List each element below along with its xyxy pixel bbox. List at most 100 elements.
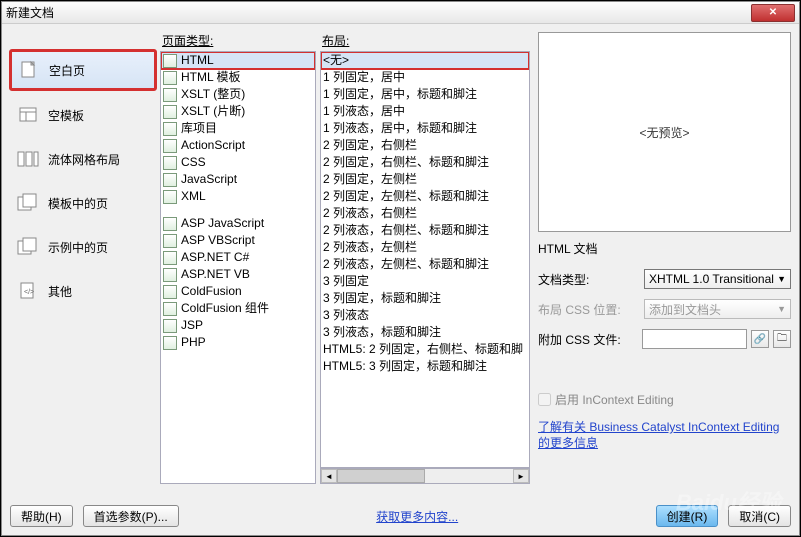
layout-item[interactable]: 1 列液态，居中，标题和脚注 [321, 120, 529, 137]
nav-page-from-sample[interactable]: 示例中的页 [10, 228, 156, 266]
nav-label: 空模板 [48, 107, 84, 124]
list-item-label: 2 列固定，右侧栏、标题和脚注 [323, 155, 489, 170]
layout-item[interactable]: 3 列固定 [321, 273, 529, 290]
list-item-label: 1 列固定，居中，标题和脚注 [323, 87, 477, 102]
list-item-label: 3 列固定 [323, 274, 369, 289]
preview-caption: HTML 文档 [538, 238, 791, 259]
new-document-dialog: 新建文档 ✕ 空白页 空模板 流体网格布局 模板中的页 示例中 [1, 1, 800, 536]
page-type-item[interactable]: PHP [161, 334, 315, 351]
layout-item[interactable]: 3 列液态 [321, 307, 529, 324]
list-item-label: ASP.NET C# [181, 250, 249, 265]
file-icon [163, 173, 177, 187]
layout-item[interactable]: 2 列固定，右侧栏、标题和脚注 [321, 154, 529, 171]
layout-css-label: 布局 CSS 位置: [538, 301, 638, 318]
nav-blank-page[interactable]: 空白页 [10, 50, 156, 90]
close-button[interactable]: ✕ [751, 4, 795, 22]
list-item-label: <无> [323, 53, 349, 68]
other-icon: </> [16, 280, 40, 302]
page-type-item[interactable]: XSLT (整页) [161, 86, 315, 103]
link-icon: 🔗 [754, 334, 766, 345]
page-type-item[interactable]: XSLT (片断) [161, 103, 315, 120]
list-item-label: ColdFusion [181, 284, 242, 299]
file-icon [163, 234, 177, 248]
page-type-item[interactable]: HTML 模板 [161, 69, 315, 86]
nav-fluid-grid[interactable]: 流体网格布局 [10, 140, 156, 178]
browse-css-button[interactable]: 🗀 [773, 330, 791, 348]
scroll-left-arrow[interactable]: ◄ [321, 469, 337, 483]
file-icon [163, 156, 177, 170]
page-type-item[interactable]: JavaScript [161, 171, 315, 188]
layout-item[interactable]: 2 列固定，左侧栏、标题和脚注 [321, 188, 529, 205]
layout-item[interactable]: 1 列固定，居中，标题和脚注 [321, 86, 529, 103]
page-type-item[interactable]: ASP JavaScript [161, 215, 315, 232]
incontext-row: 启用 InContext Editing [538, 391, 791, 408]
layout-item[interactable]: <无> [321, 52, 529, 69]
page-type-list[interactable]: HTMLHTML 模板XSLT (整页)XSLT (片断)库项目ActionSc… [160, 51, 316, 484]
list-item-label: JavaScript [181, 172, 237, 187]
chevron-down-icon: ▼ [777, 304, 786, 314]
scroll-right-arrow[interactable]: ► [513, 469, 529, 483]
attach-css-input[interactable] [642, 329, 747, 349]
no-preview-text: <无预览> [639, 124, 689, 141]
layout-item[interactable]: HTML5: 3 列固定，标题和脚注 [321, 358, 529, 375]
dialog-title: 新建文档 [6, 4, 751, 21]
close-icon: ✕ [769, 7, 777, 18]
layout-item[interactable]: 2 列液态，右侧栏 [321, 205, 529, 222]
file-icon [163, 268, 177, 282]
layout-hscrollbar[interactable]: ◄ ► [320, 468, 530, 484]
page-type-item[interactable]: JSP [161, 317, 315, 334]
nav-other[interactable]: </> 其他 [10, 272, 156, 310]
layout-item[interactable]: 2 列固定，左侧栏 [321, 171, 529, 188]
layout-item[interactable]: HTML5: 2 列固定，右侧栏、标题和脚 [321, 341, 529, 358]
page-type-item[interactable]: ActionScript [161, 137, 315, 154]
page-type-item[interactable]: XML [161, 188, 315, 205]
list-item-label: 2 列固定，左侧栏 [323, 172, 417, 187]
file-icon [163, 190, 177, 204]
get-more-link[interactable]: 获取更多内容... [376, 508, 458, 525]
link-css-button[interactable]: 🔗 [751, 330, 769, 348]
file-icon [163, 71, 177, 85]
doctype-row: 文档类型: XHTML 1.0 Transitional ▼ [538, 269, 791, 289]
list-item-label: 1 列液态，居中，标题和脚注 [323, 121, 477, 136]
page-type-item[interactable]: ColdFusion 组件 [161, 300, 315, 317]
page-type-item[interactable]: ColdFusion [161, 283, 315, 300]
layout-list[interactable]: <无> 1 列固定，居中 1 列固定，居中，标题和脚注1 列液态，居中1 列液态，居… [320, 51, 530, 468]
attach-css-row: 附加 CSS 文件: 🔗 🗀 [538, 329, 791, 349]
help-button[interactable]: 帮助(H) [10, 505, 73, 527]
layout-item[interactable]: 1 列固定，居中 [321, 69, 529, 86]
nav-label: 示例中的页 [48, 239, 108, 256]
page-type-item[interactable]: CSS [161, 154, 315, 171]
list-item-label: ASP.NET VB [181, 267, 250, 282]
list-item-label: XML [181, 189, 206, 204]
preferences-button[interactable]: 首选参数(P)... [83, 505, 179, 527]
layout-item[interactable]: 1 列液态，居中 [321, 103, 529, 120]
chevron-down-icon: ▼ [777, 274, 786, 284]
nav-label: 模板中的页 [48, 195, 108, 212]
cancel-button[interactable]: 取消(C) [728, 505, 791, 527]
page-type-item[interactable]: HTML [161, 52, 315, 69]
file-icon [163, 139, 177, 153]
list-item-label: 1 列固定，居中 [323, 70, 405, 85]
page-type-item[interactable]: ASP VBScript [161, 232, 315, 249]
page-icon [17, 59, 41, 81]
layout-item[interactable]: 2 列液态，左侧栏、标题和脚注 [321, 256, 529, 273]
file-icon [163, 302, 177, 316]
layout-item[interactable]: 2 列液态，右侧栏、标题和脚注 [321, 222, 529, 239]
doctype-dropdown[interactable]: XHTML 1.0 Transitional ▼ [644, 269, 791, 289]
layout-item[interactable]: 2 列固定，右侧栏 [321, 137, 529, 154]
page-type-item[interactable]: 库项目 [161, 120, 315, 137]
nav-blank-template[interactable]: 空模板 [10, 96, 156, 134]
layout-item[interactable]: 2 列液态，左侧栏 [321, 239, 529, 256]
layout-css-value: 添加到文档头 [649, 301, 721, 318]
nav-page-from-template[interactable]: 模板中的页 [10, 184, 156, 222]
page-type-item[interactable]: ASP.NET VB [161, 266, 315, 283]
scroll-track[interactable] [337, 469, 513, 483]
page-type-item[interactable]: ASP.NET C# [161, 249, 315, 266]
incontext-learn-more-link[interactable]: 了解有关 Business Catalyst InContext Editing… [538, 420, 791, 451]
dialog-content: 空白页 空模板 流体网格布局 模板中的页 示例中的页 </> 其他 [2, 24, 799, 492]
create-button[interactable]: 创建(R) [656, 505, 719, 527]
scroll-thumb[interactable] [337, 469, 425, 483]
layout-item[interactable]: 3 列液态，标题和脚注 [321, 324, 529, 341]
nav-label: 其他 [48, 283, 72, 300]
layout-item[interactable]: 3 列固定，标题和脚注 [321, 290, 529, 307]
